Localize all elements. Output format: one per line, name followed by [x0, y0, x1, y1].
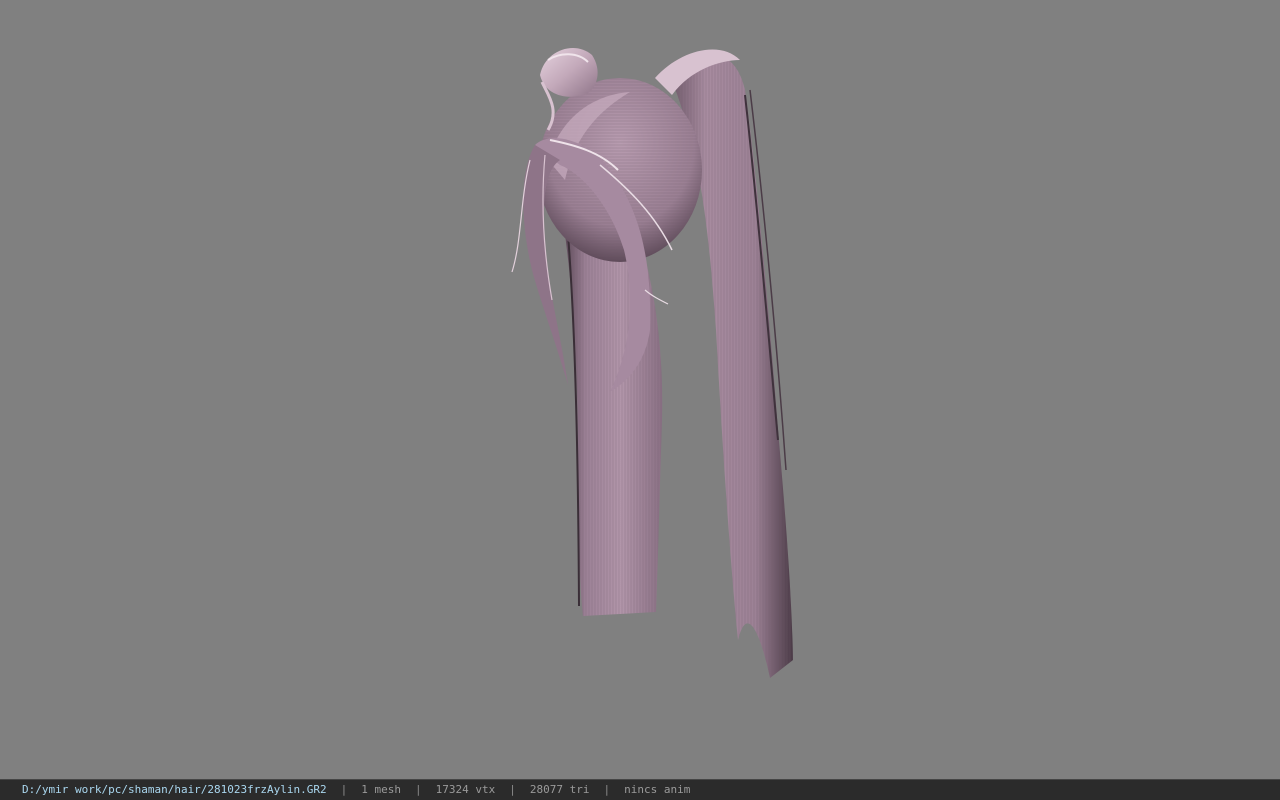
hair-model[interactable]: [0, 0, 1280, 779]
left-ponytail: [560, 200, 663, 616]
vertex-count: 17324 vtx: [435, 783, 496, 796]
status-bar: D:/ymir work/pc/shaman/hair/281023frzAyl…: [0, 779, 1280, 800]
mesh-count: 1 mesh: [361, 783, 402, 796]
triangle-count: 28077 tri: [529, 783, 590, 796]
separator: |: [509, 783, 516, 796]
separator: |: [340, 783, 348, 796]
separator: |: [603, 783, 611, 796]
separator: |: [415, 783, 422, 796]
anim-status: nincs anim: [624, 783, 691, 796]
file-path: D:/ymir work/pc/shaman/hair/281023frzAyl…: [22, 783, 327, 796]
3d-viewport[interactable]: [0, 0, 1280, 779]
